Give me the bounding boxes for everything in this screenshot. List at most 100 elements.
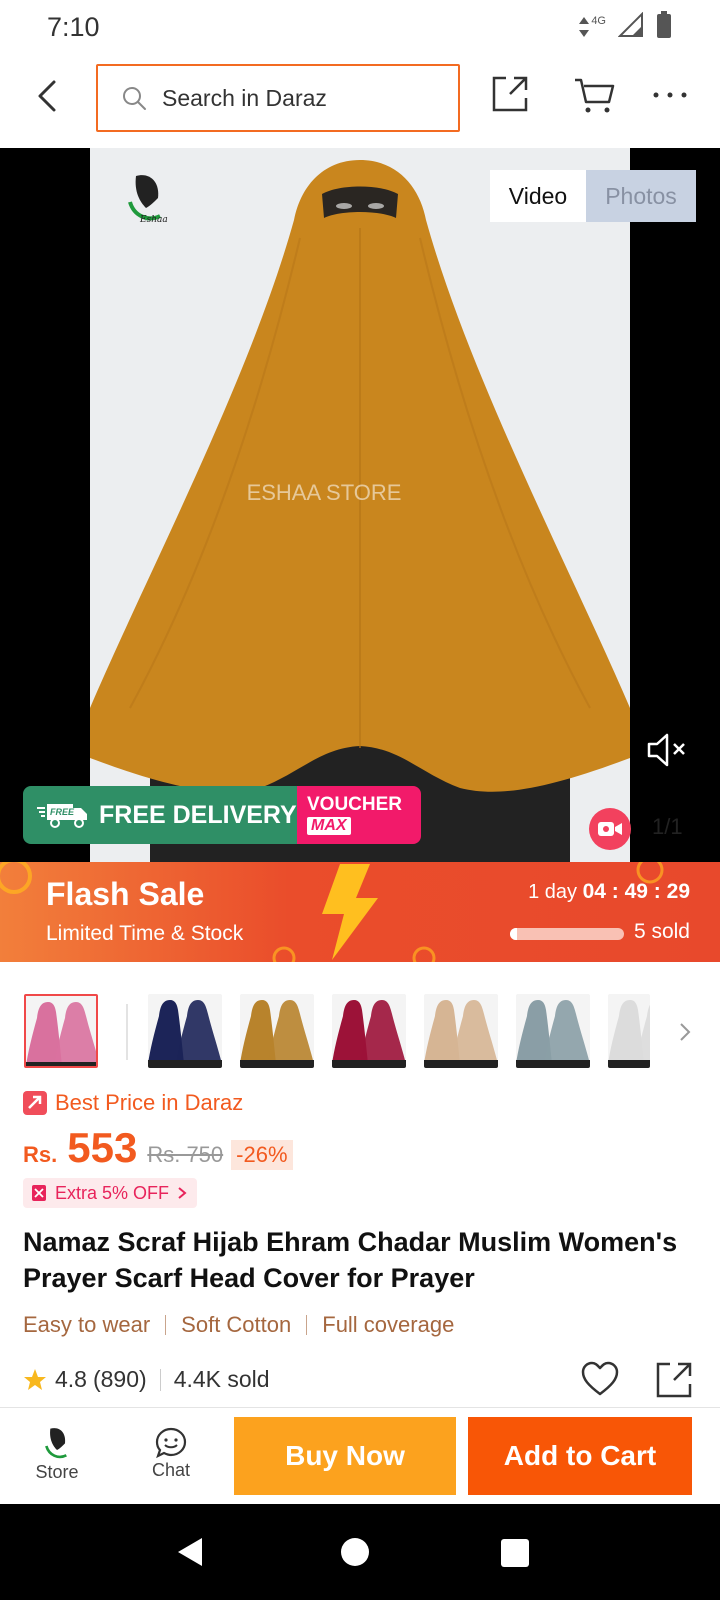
flash-sale-banner[interactable]: Flash Sale Limited Time & Stock 1 day 04… — [0, 862, 720, 962]
signal-icon — [617, 11, 644, 43]
store-logo-icon: Eshaa — [128, 175, 168, 225]
current-price: 553 — [67, 1124, 138, 1171]
thumbnail-pink[interactable] — [24, 994, 98, 1068]
store-button[interactable]: Store — [26, 1426, 88, 1483]
voucher-icon — [32, 1185, 46, 1201]
flash-timer-days: 1 day — [528, 881, 578, 903]
back-button[interactable] — [28, 74, 72, 118]
status-time: 7:10 — [47, 12, 100, 42]
currency-label: Rs. — [23, 1142, 58, 1167]
extra-off-label: Extra 5% OFF — [55, 1182, 170, 1203]
flash-sold-count: 5 sold — [633, 920, 690, 943]
system-navigation-bar — [0, 1504, 720, 1600]
add-to-cart-button[interactable]: Add to Cart — [468, 1417, 692, 1495]
brand-logo: Eshaa — [124, 172, 168, 226]
flash-timer: 1 day 04 : 49 : 29 — [528, 880, 690, 904]
wishlist-button[interactable] — [580, 1360, 620, 1400]
network-icon: 4G — [577, 15, 606, 39]
chat-label: Chat — [151, 1460, 191, 1480]
thumb-divider — [126, 1004, 128, 1060]
top-bar: Search in Daraz — [0, 54, 720, 148]
sold-progress-bar — [510, 928, 624, 940]
voucher-label: VOUCHER — [307, 794, 403, 815]
search-placeholder: Search in Daraz — [162, 84, 327, 111]
extra-off-voucher[interactable]: Extra 5% OFF — [23, 1178, 198, 1208]
chevron-right-icon — [680, 1023, 691, 1041]
thumbnails-next-button[interactable] — [676, 1018, 694, 1046]
tag-separator — [165, 1315, 167, 1335]
hijab-illustration: ESHAA STORE — [90, 148, 630, 866]
price-tag-icon — [23, 1091, 47, 1115]
sold-progress-fill — [510, 928, 517, 940]
star-icon — [24, 1368, 46, 1390]
best-price-badge: Best Price in Daraz — [23, 1090, 243, 1116]
thumbnail-navy[interactable] — [148, 994, 222, 1068]
thumbnail-mustard[interactable] — [240, 994, 314, 1068]
more-button[interactable] — [652, 88, 688, 102]
cart-icon — [575, 78, 615, 113]
mute-button[interactable] — [645, 730, 689, 770]
flash-sale-title: Flash Sale — [46, 876, 205, 912]
mute-icon — [647, 733, 685, 767]
search-input[interactable]: Search in Daraz — [96, 64, 460, 132]
sold-count: 4.4K sold — [173, 1366, 270, 1392]
tag-item: Full coverage — [322, 1312, 455, 1337]
tag-item: Soft Cotton — [181, 1312, 292, 1337]
video-play-badge[interactable] — [589, 808, 631, 850]
price-row: Rs. 553 Rs. 750 -26% — [23, 1124, 293, 1178]
original-price: Rs. 750 — [147, 1142, 224, 1167]
thumbnail-grey-blue[interactable] — [516, 994, 590, 1068]
status-icons: 4G — [577, 10, 672, 44]
rating-count: (890) — [92, 1366, 147, 1392]
tag-item: Easy to wear — [23, 1312, 151, 1337]
tab-video[interactable]: Video — [490, 170, 586, 222]
voucher-max-label: MAX — [307, 817, 351, 835]
rating-separator — [159, 1368, 161, 1391]
product-photo: ESHAA STORE — [90, 148, 630, 866]
thumbnail-white[interactable] — [608, 994, 650, 1068]
flash-sale-subtitle: Limited Time & Stock — [46, 922, 244, 945]
free-delivery-badge: FREE FREE DELIVERY — [23, 786, 297, 844]
triangle-back-icon — [178, 1538, 202, 1566]
watermark: ESHAA STORE — [247, 480, 402, 505]
network-type: 4G — [591, 15, 606, 27]
thumbnail-beige[interactable] — [424, 994, 498, 1068]
rating-value: 4.8 — [55, 1366, 87, 1392]
back-arrow-icon — [38, 80, 56, 112]
rating-row[interactable]: 4.8 (890) 4.4K sold — [23, 1366, 270, 1393]
video-camera-icon — [598, 822, 622, 836]
flash-timer-clock: 04 : 49 : 29 — [582, 880, 690, 903]
store-logo-icon — [45, 1428, 67, 1459]
free-delivery-label: FREE DELIVERY — [99, 800, 297, 829]
product-media[interactable]: ESHAA STORE Eshaa Video Photos FREE FREE… — [0, 148, 720, 866]
cart-button[interactable] — [573, 72, 617, 116]
system-back-button[interactable] — [172, 1534, 208, 1570]
share-button[interactable] — [490, 74, 530, 114]
system-recents-button[interactable] — [500, 1538, 530, 1568]
free-tag: FREE — [50, 807, 75, 817]
best-price-label: Best Price in Daraz — [55, 1090, 244, 1115]
share-icon — [656, 1362, 692, 1398]
circle-home-icon — [341, 1538, 369, 1566]
tab-photos[interactable]: Photos — [586, 170, 696, 222]
media-counter: 1/1 — [652, 814, 683, 839]
tag-separator — [306, 1315, 308, 1335]
variant-thumbnails — [0, 994, 720, 1072]
promo-banner[interactable]: FREE FREE DELIVERY VOUCHER MAX — [23, 786, 421, 844]
store-label: Store — [35, 1462, 79, 1482]
bottom-action-bar: Store Chat Buy Now Add to Cart — [0, 1407, 720, 1503]
battery-icon — [656, 10, 672, 44]
system-home-button[interactable] — [340, 1537, 370, 1567]
voucher-max-badge: VOUCHER MAX — [297, 786, 421, 844]
chevron-right-icon — [178, 1187, 187, 1199]
chat-button[interactable]: Chat — [140, 1426, 202, 1481]
share-icon — [492, 76, 528, 112]
buy-now-button[interactable]: Buy Now — [234, 1417, 456, 1495]
media-tabs: Video Photos — [490, 170, 696, 222]
share-product-button[interactable] — [654, 1360, 694, 1400]
product-tags: Easy to wear Soft Cotton Full coverage — [23, 1312, 454, 1338]
truck-icon: FREE — [37, 804, 87, 828]
more-icon — [653, 92, 687, 98]
thumbnail-maroon[interactable] — [332, 994, 406, 1068]
status-bar: 7:10 4G — [0, 0, 720, 54]
